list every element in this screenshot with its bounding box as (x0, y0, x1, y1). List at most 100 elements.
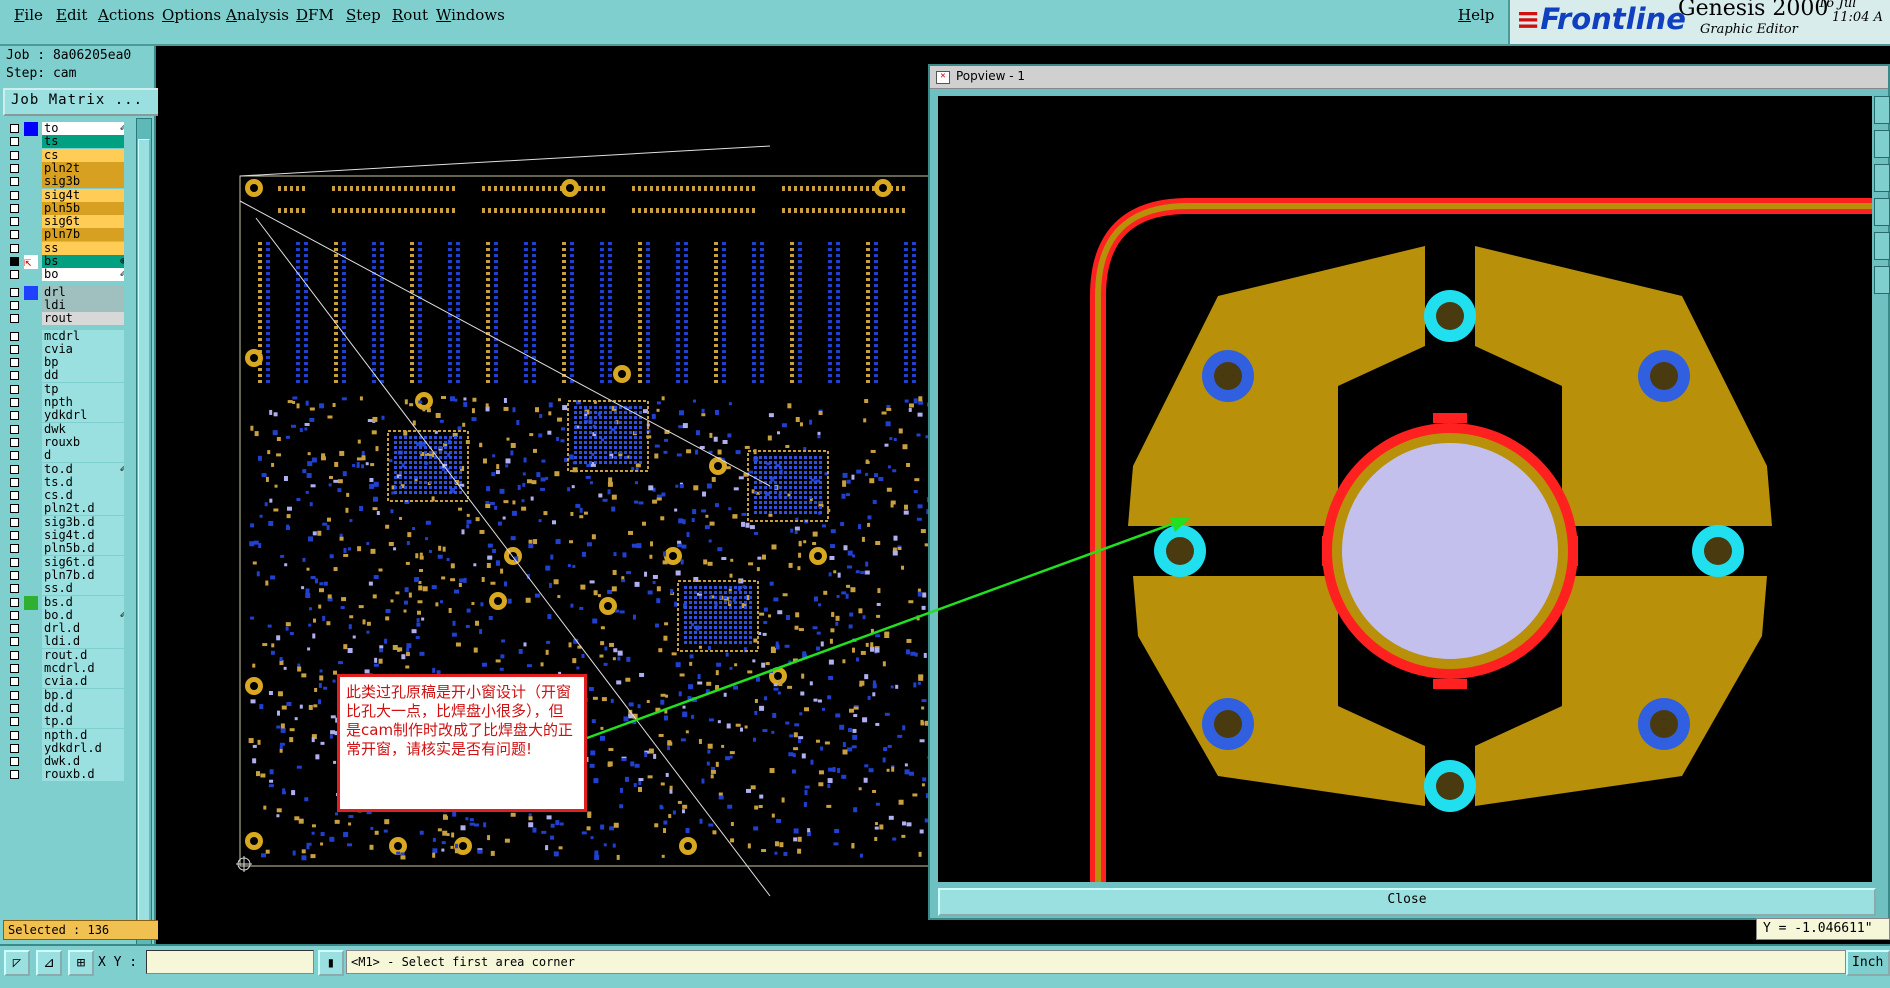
layer-row[interactable]: cvia (6, 342, 124, 357)
layer-name[interactable]: ydkdrl.d (42, 741, 124, 755)
layer-name[interactable]: bo.d ✐ (42, 608, 124, 622)
layer-name[interactable]: pln2t.d (42, 502, 124, 516)
layer-row[interactable]: rout (6, 312, 124, 326)
layer-row[interactable]: dwk (6, 422, 124, 437)
layer-name[interactable]: ydkdrl (42, 409, 124, 423)
layer-name[interactable]: bp (42, 356, 124, 370)
layer-name[interactable]: sig6t (42, 215, 124, 229)
layer-row[interactable]: sig6t (6, 215, 124, 229)
popview-titlebar[interactable]: ✕ Popview - 1 (930, 66, 1888, 89)
layer-row[interactable]: rouxb (6, 435, 124, 450)
layer-name[interactable]: pln2t (42, 161, 124, 175)
layer-checkbox[interactable] (10, 287, 19, 297)
layer-checkbox[interactable] (10, 203, 19, 213)
layer-checkbox[interactable] (10, 544, 19, 554)
layer-name[interactable]: npth (42, 396, 124, 409)
layer-row[interactable]: npth (6, 396, 124, 410)
layer-name[interactable]: to ✐ (42, 122, 124, 135)
layer-name[interactable]: pln7b (42, 228, 124, 242)
layer-checkbox[interactable] (10, 163, 19, 173)
layer-checkbox[interactable] (10, 358, 19, 368)
layer-checkbox[interactable] (10, 300, 19, 310)
menu-windows[interactable]: Windows (436, 6, 505, 24)
layer-row[interactable]: pln5b (6, 201, 124, 216)
layer-checkbox[interactable] (10, 637, 19, 647)
select-mode-icon[interactable]: ◸ (4, 950, 30, 976)
layer-row[interactable]: pln2t.d (6, 502, 124, 516)
layer-checkbox[interactable] (10, 504, 19, 514)
layer-row[interactable]: ts (6, 135, 124, 149)
layer-checkbox[interactable] (10, 770, 19, 780)
layer-checkbox[interactable] (10, 757, 19, 767)
layer-checkbox[interactable] (10, 730, 19, 740)
layer-name[interactable]: to.d ✐ (42, 462, 124, 476)
layer-checkbox[interactable] (10, 690, 19, 700)
layer-name[interactable]: cvia.d (42, 675, 124, 689)
layer-name[interactable]: cvia (42, 342, 124, 356)
layer-row[interactable]: dd.d (6, 701, 124, 716)
layer-checkbox[interactable] (10, 217, 19, 227)
layer-row[interactable]: bp.d (6, 688, 124, 703)
layer-row[interactable]: bp (6, 356, 124, 370)
layer-row[interactable]: tp (6, 382, 124, 397)
layer-name[interactable]: sig3b.d (42, 515, 124, 529)
layer-checkbox[interactable] (10, 584, 19, 594)
layer-checkbox[interactable] (10, 424, 19, 434)
layer-row[interactable]: cs.d (6, 489, 124, 503)
layer-name[interactable]: tp (42, 382, 124, 396)
layer-row[interactable]: ldi.d (6, 635, 124, 649)
menu-file[interactable]: File (14, 6, 43, 24)
xy-input[interactable] (146, 950, 314, 974)
layer-name[interactable]: dwk.d (42, 755, 124, 769)
layer-row[interactable]: pln5b.d (6, 542, 124, 556)
layer-name[interactable]: sig3b (42, 175, 124, 189)
layer-checkbox[interactable] (10, 477, 19, 487)
layer-name[interactable]: bo ✐ (42, 268, 124, 282)
layer-checkbox[interactable] (10, 230, 19, 240)
layer-checkbox[interactable] (10, 491, 19, 501)
layer-name[interactable]: rout (42, 312, 124, 326)
layer-checkbox[interactable] (10, 664, 19, 673)
layer-name[interactable]: rouxb (42, 435, 124, 449)
layer-checkbox[interactable] (10, 517, 19, 527)
layer-row[interactable]: drl (6, 285, 124, 300)
layer-checkbox[interactable] (10, 124, 19, 133)
layer-name[interactable]: sig4t (42, 188, 124, 202)
layer-checkbox[interactable] (10, 531, 19, 540)
layer-checkbox[interactable] (10, 137, 19, 147)
layer-row[interactable]: rouxb.d (6, 768, 124, 782)
layer-name[interactable]: ldi (42, 298, 124, 312)
tool-button[interactable] (1874, 164, 1890, 192)
layer-row[interactable]: to.d ✐ (6, 462, 124, 477)
grid-icon[interactable]: ⊞ (68, 950, 94, 976)
layer-row[interactable]: to ✐ (6, 122, 124, 136)
layer-name[interactable]: ss.d (42, 582, 124, 596)
layer-checkbox[interactable] (10, 411, 19, 421)
menu-help[interactable]: Help (1458, 6, 1494, 24)
menu-dfm[interactable]: DFM (296, 6, 334, 24)
layer-name[interactable]: dd.d (42, 701, 124, 715)
menu-options[interactable]: Options (162, 6, 221, 24)
layer-row[interactable]: cvia.d (6, 675, 124, 689)
layer-checkbox[interactable] (10, 257, 19, 266)
layer-checkbox[interactable] (10, 177, 19, 187)
layer-name[interactable]: rout.d (42, 648, 124, 662)
layer-row[interactable]: sig3b (6, 175, 124, 189)
layer-name[interactable]: d (42, 449, 124, 463)
layer-checkbox[interactable] (10, 703, 19, 713)
layer-checkbox[interactable] (10, 437, 19, 447)
layer-row[interactable]: ss.d (6, 582, 124, 596)
tool-button[interactable] (1874, 232, 1890, 260)
layer-checkbox[interactable] (10, 624, 19, 634)
layer-row[interactable]: ss (6, 241, 124, 256)
layer-row[interactable]: pln7b.d (6, 568, 124, 583)
layer-name[interactable]: pln5b (42, 201, 124, 215)
layer-name[interactable]: ldi.d (42, 635, 124, 649)
layer-row[interactable]: sig3b.d (6, 515, 124, 530)
layer-row[interactable]: bo.d ✐ (6, 608, 124, 623)
layer-name[interactable]: rouxb.d (42, 768, 124, 782)
layer-row[interactable]: tp.d (6, 715, 124, 729)
layer-checkbox[interactable] (10, 371, 19, 381)
menu-step[interactable]: Step (346, 6, 381, 24)
layer-name[interactable]: drl.d (42, 622, 124, 636)
